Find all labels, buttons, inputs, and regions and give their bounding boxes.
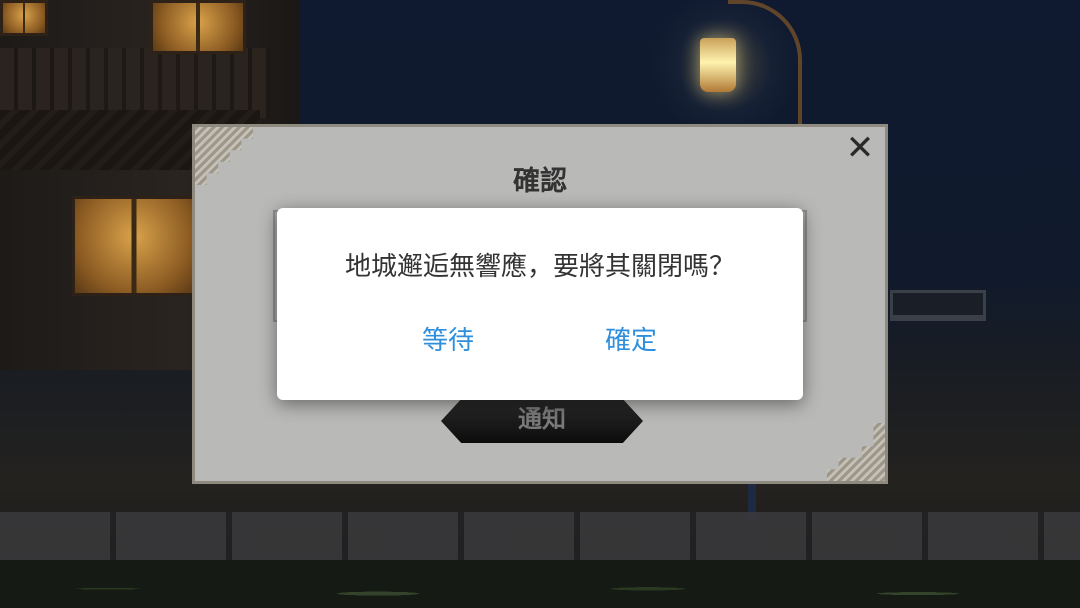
anr-message: 地城邂逅無響應，要將其關閉嗎？ (344, 252, 735, 282)
notify-button[interactable]: 通知 (441, 399, 643, 443)
building-balcony (0, 48, 270, 118)
background-bushes (0, 560, 1080, 608)
building-window (72, 196, 196, 296)
dialog-corner-ornament (827, 423, 885, 481)
dialog-title: 確認 (513, 166, 567, 197)
background-bench (890, 290, 986, 321)
ok-button[interactable]: 確定 (571, 320, 691, 362)
anr-dialog: 地城邂逅無響應，要將其關閉嗎？ 等待 確定 (277, 208, 803, 400)
building-window (150, 0, 246, 54)
street-lamp-icon (700, 38, 736, 92)
game-screen: ✕ 確認 通知 地城邂逅無響應，要將其關閉嗎？ 等待 確定 (0, 0, 1080, 608)
background-curb (0, 512, 1080, 562)
building-window (0, 0, 48, 36)
wait-button[interactable]: 等待 (388, 320, 508, 362)
